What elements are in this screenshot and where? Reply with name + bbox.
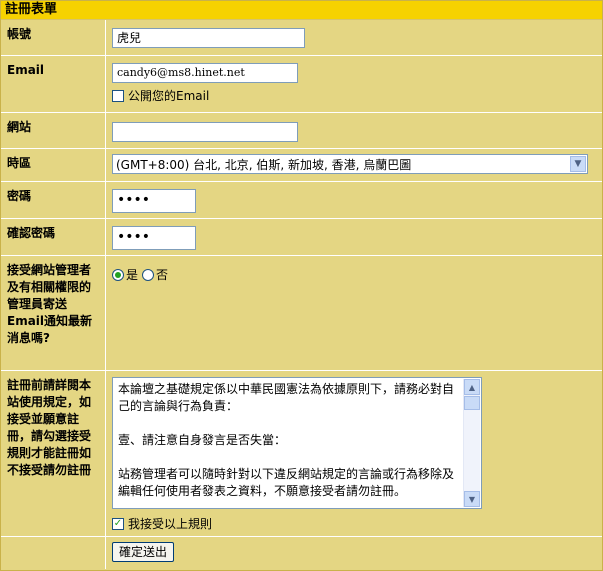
password-row: 密碼 •••• bbox=[1, 182, 602, 219]
website-row: 網站 bbox=[1, 113, 602, 149]
admin-mail-yes-label: 是 bbox=[126, 268, 139, 282]
email-row: Email candy6@ms8.hinet.net 公開您的Email bbox=[1, 56, 602, 113]
admin-mail-no-label: 否 bbox=[156, 268, 169, 282]
rules-textarea[interactable]: 本論壇之基礎規定係以中華民國憲法為依據原則下，請務必對自己的言論與行為負責： 壹… bbox=[112, 377, 482, 509]
rules-text: 本論壇之基礎規定係以中華民國憲法為依據原則下，請務必對自己的言論與行為負責： 壹… bbox=[118, 382, 455, 498]
timezone-label: 時區 bbox=[1, 149, 106, 181]
admin-mail-yes-radio[interactable] bbox=[112, 268, 124, 281]
rules-scrollbar[interactable]: ▲ ▼ bbox=[463, 379, 480, 507]
password-input[interactable]: •••• bbox=[112, 189, 196, 213]
timezone-selected-value: (GMT+8:00) 台北, 北京, 伯斯, 新加坡, 香港, 烏蘭巴圖 bbox=[116, 157, 412, 172]
confirm-password-label: 確認密碼 bbox=[1, 219, 106, 255]
public-email-option[interactable]: 公開您的Email bbox=[112, 87, 596, 104]
admin-mail-label: 接受網站管理者及有相關權限的管理員寄送Email通知最新消息嗎? bbox=[1, 256, 106, 370]
radio-selected-dot bbox=[115, 271, 121, 278]
accept-rules-option[interactable]: ✓ 我接受以上規則 bbox=[112, 515, 596, 532]
scroll-thumb[interactable] bbox=[464, 396, 480, 410]
website-input[interactable] bbox=[112, 122, 298, 142]
confirm-password-row: 確認密碼 •••• bbox=[1, 219, 602, 256]
accept-rules-checkbox[interactable]: ✓ bbox=[112, 517, 124, 530]
registration-form: 註冊表單 帳號 虎兒 Email candy6@ms8.hinet.net 公開… bbox=[0, 0, 603, 571]
admin-mail-row: 接受網站管理者及有相關權限的管理員寄送Email通知最新消息嗎? 是 否 bbox=[1, 256, 602, 371]
account-label: 帳號 bbox=[1, 20, 106, 55]
accept-rules-label: 我接受以上規則 bbox=[128, 517, 213, 531]
website-label: 網站 bbox=[1, 113, 106, 148]
account-input[interactable]: 虎兒 bbox=[112, 28, 305, 48]
email-label: Email bbox=[1, 56, 106, 112]
chevron-down-icon[interactable]: ▼ bbox=[570, 156, 586, 172]
submit-row: 確定送出 bbox=[1, 537, 602, 569]
public-email-label: 公開您的Email bbox=[128, 89, 210, 103]
admin-mail-radio-group: 是 否 bbox=[112, 266, 596, 283]
submit-button[interactable]: 確定送出 bbox=[112, 542, 175, 562]
email-input[interactable]: candy6@ms8.hinet.net bbox=[112, 63, 298, 83]
password-label: 密碼 bbox=[1, 182, 106, 218]
admin-mail-no-radio[interactable] bbox=[142, 268, 155, 281]
form-title: 註冊表單 bbox=[1, 1, 602, 20]
account-row: 帳號 虎兒 bbox=[1, 20, 602, 56]
timezone-row: 時區 (GMT+8:00) 台北, 北京, 伯斯, 新加坡, 香港, 烏蘭巴圖 … bbox=[1, 149, 602, 182]
scroll-down-icon[interactable]: ▼ bbox=[464, 491, 480, 507]
public-email-checkbox[interactable] bbox=[112, 89, 124, 102]
scroll-up-icon[interactable]: ▲ bbox=[464, 379, 480, 395]
rules-label: 註冊前請詳閱本站使用規定，如接受並願意註冊，請勾選接受規則才能註冊如不接受請勿註… bbox=[1, 371, 106, 536]
timezone-select[interactable]: (GMT+8:00) 台北, 北京, 伯斯, 新加坡, 香港, 烏蘭巴圖 ▼ bbox=[112, 154, 588, 174]
rules-row: 註冊前請詳閱本站使用規定，如接受並願意註冊，請勾選接受規則才能註冊如不接受請勿註… bbox=[1, 371, 602, 537]
confirm-password-input[interactable]: •••• bbox=[112, 226, 196, 250]
